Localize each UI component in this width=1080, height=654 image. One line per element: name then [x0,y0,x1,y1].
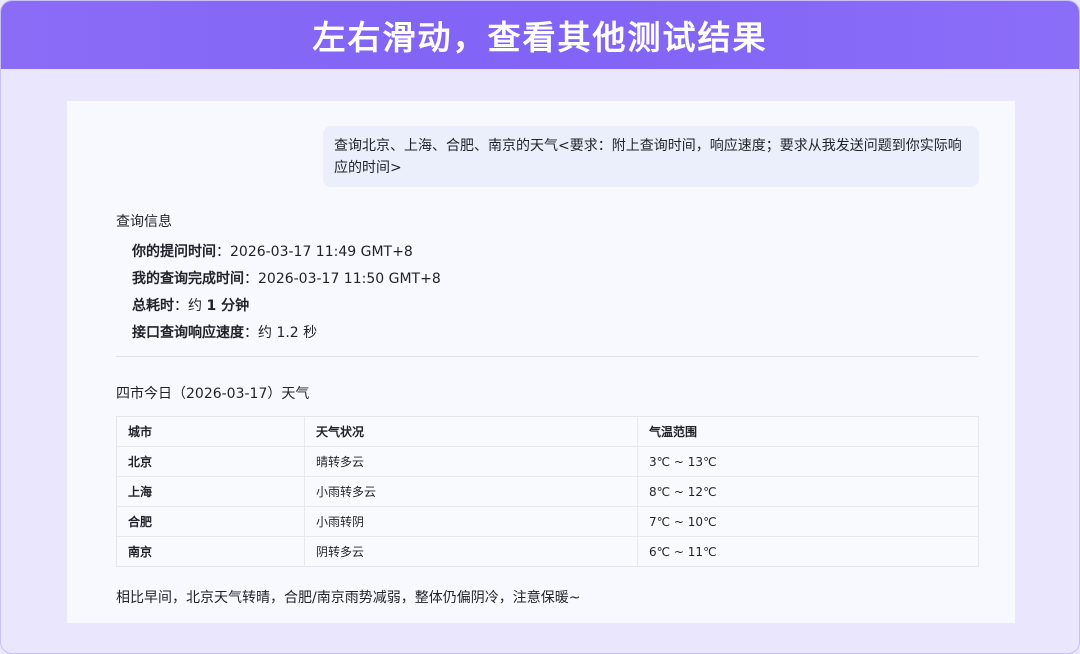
city-cell: 合肥 [116,506,305,537]
condition-cell: 小雨转多云 [304,476,638,507]
section-divider [116,356,978,357]
total-time-value: 1 分钟 [206,298,250,314]
complete-time-sep: ： [244,271,258,287]
table-row: 合肥 小雨转阴 7℃ ~ 10℃ [116,506,979,537]
api-speed-label: 接口查询响应速度 [132,325,244,341]
weather-table: 城市 天气状况 气温范围 北京 晴转多云 3℃ ~ 13℃ 上海 小雨转多云 8… [116,416,979,567]
api-speed-row: 接口查询响应速度：约 1.2 秒 [132,320,441,347]
complete-time-label: 我的查询完成时间 [132,271,244,287]
table-row: 上海 小雨转多云 8℃ ~ 12℃ [116,476,979,507]
weather-heading: 四市今日（2026-03-17）天气 [116,386,310,402]
query-info-heading: 查询信息 [116,214,172,230]
column-header-city: 城市 [116,416,305,447]
api-speed-sep: ： [244,325,258,341]
api-speed-value: 约 1.2 秒 [258,325,318,341]
ask-time-sep: ： [216,244,230,260]
total-time-prefix: 约 [188,298,207,314]
complete-time-row: 我的查询完成时间：2026-03-17 11:50 GMT+8 [132,266,441,293]
temp-cell: 8℃ ~ 12℃ [637,476,979,507]
user-message-bubble: 查询北京、上海、合肥、南京的天气<要求：附上查询时间，响应速度；要求从我发送问题… [323,126,979,187]
total-time-label: 总耗时 [132,298,174,314]
ask-time-row: 你的提问时间：2026-03-17 11:49 GMT+8 [132,239,441,266]
condition-cell: 晴转多云 [304,446,638,477]
column-header-condition: 天气状况 [304,416,638,447]
table-row: 北京 晴转多云 3℃ ~ 13℃ [116,446,979,477]
screenshot-frame: 左右滑动，查看其他测试结果 查询北京、上海、合肥、南京的天气<要求：附上查询时间… [0,0,1080,654]
chat-panel: 查询北京、上海、合肥、南京的天气<要求：附上查询时间，响应速度；要求从我发送问题… [67,101,1015,623]
city-cell: 上海 [116,476,305,507]
banner: 左右滑动，查看其他测试结果 [1,1,1079,69]
query-info-list: 你的提问时间：2026-03-17 11:49 GMT+8 我的查询完成时间：2… [132,239,441,347]
summary-text: 相比早间，北京天气转晴，合肥/南京雨势减弱，整体仍偏阴冷，注意保暖~ [116,590,581,606]
banner-title: 左右滑动，查看其他测试结果 [312,18,768,57]
total-time-sep: ： [174,298,188,314]
condition-cell: 阴转多云 [304,536,638,567]
complete-time-value: 2026-03-17 11:50 GMT+8 [258,271,441,287]
table-header-row: 城市 天气状况 气温范围 [116,416,979,447]
total-time-row: 总耗时：约 1 分钟 [132,293,441,320]
table-row: 南京 阴转多云 6℃ ~ 11℃ [117,536,979,567]
ask-time-value: 2026-03-17 11:49 GMT+8 [230,244,413,260]
city-cell: 南京 [128,545,153,559]
condition-cell: 小雨转阴 [304,506,638,537]
column-header-temp: 气温范围 [637,416,979,447]
temp-cell: 3℃ ~ 13℃ [637,446,979,477]
temp-cell: 6℃ ~ 11℃ [637,536,979,567]
ask-time-label: 你的提问时间 [132,244,216,260]
temp-cell: 7℃ ~ 10℃ [637,506,979,537]
city-cell: 北京 [116,446,305,477]
